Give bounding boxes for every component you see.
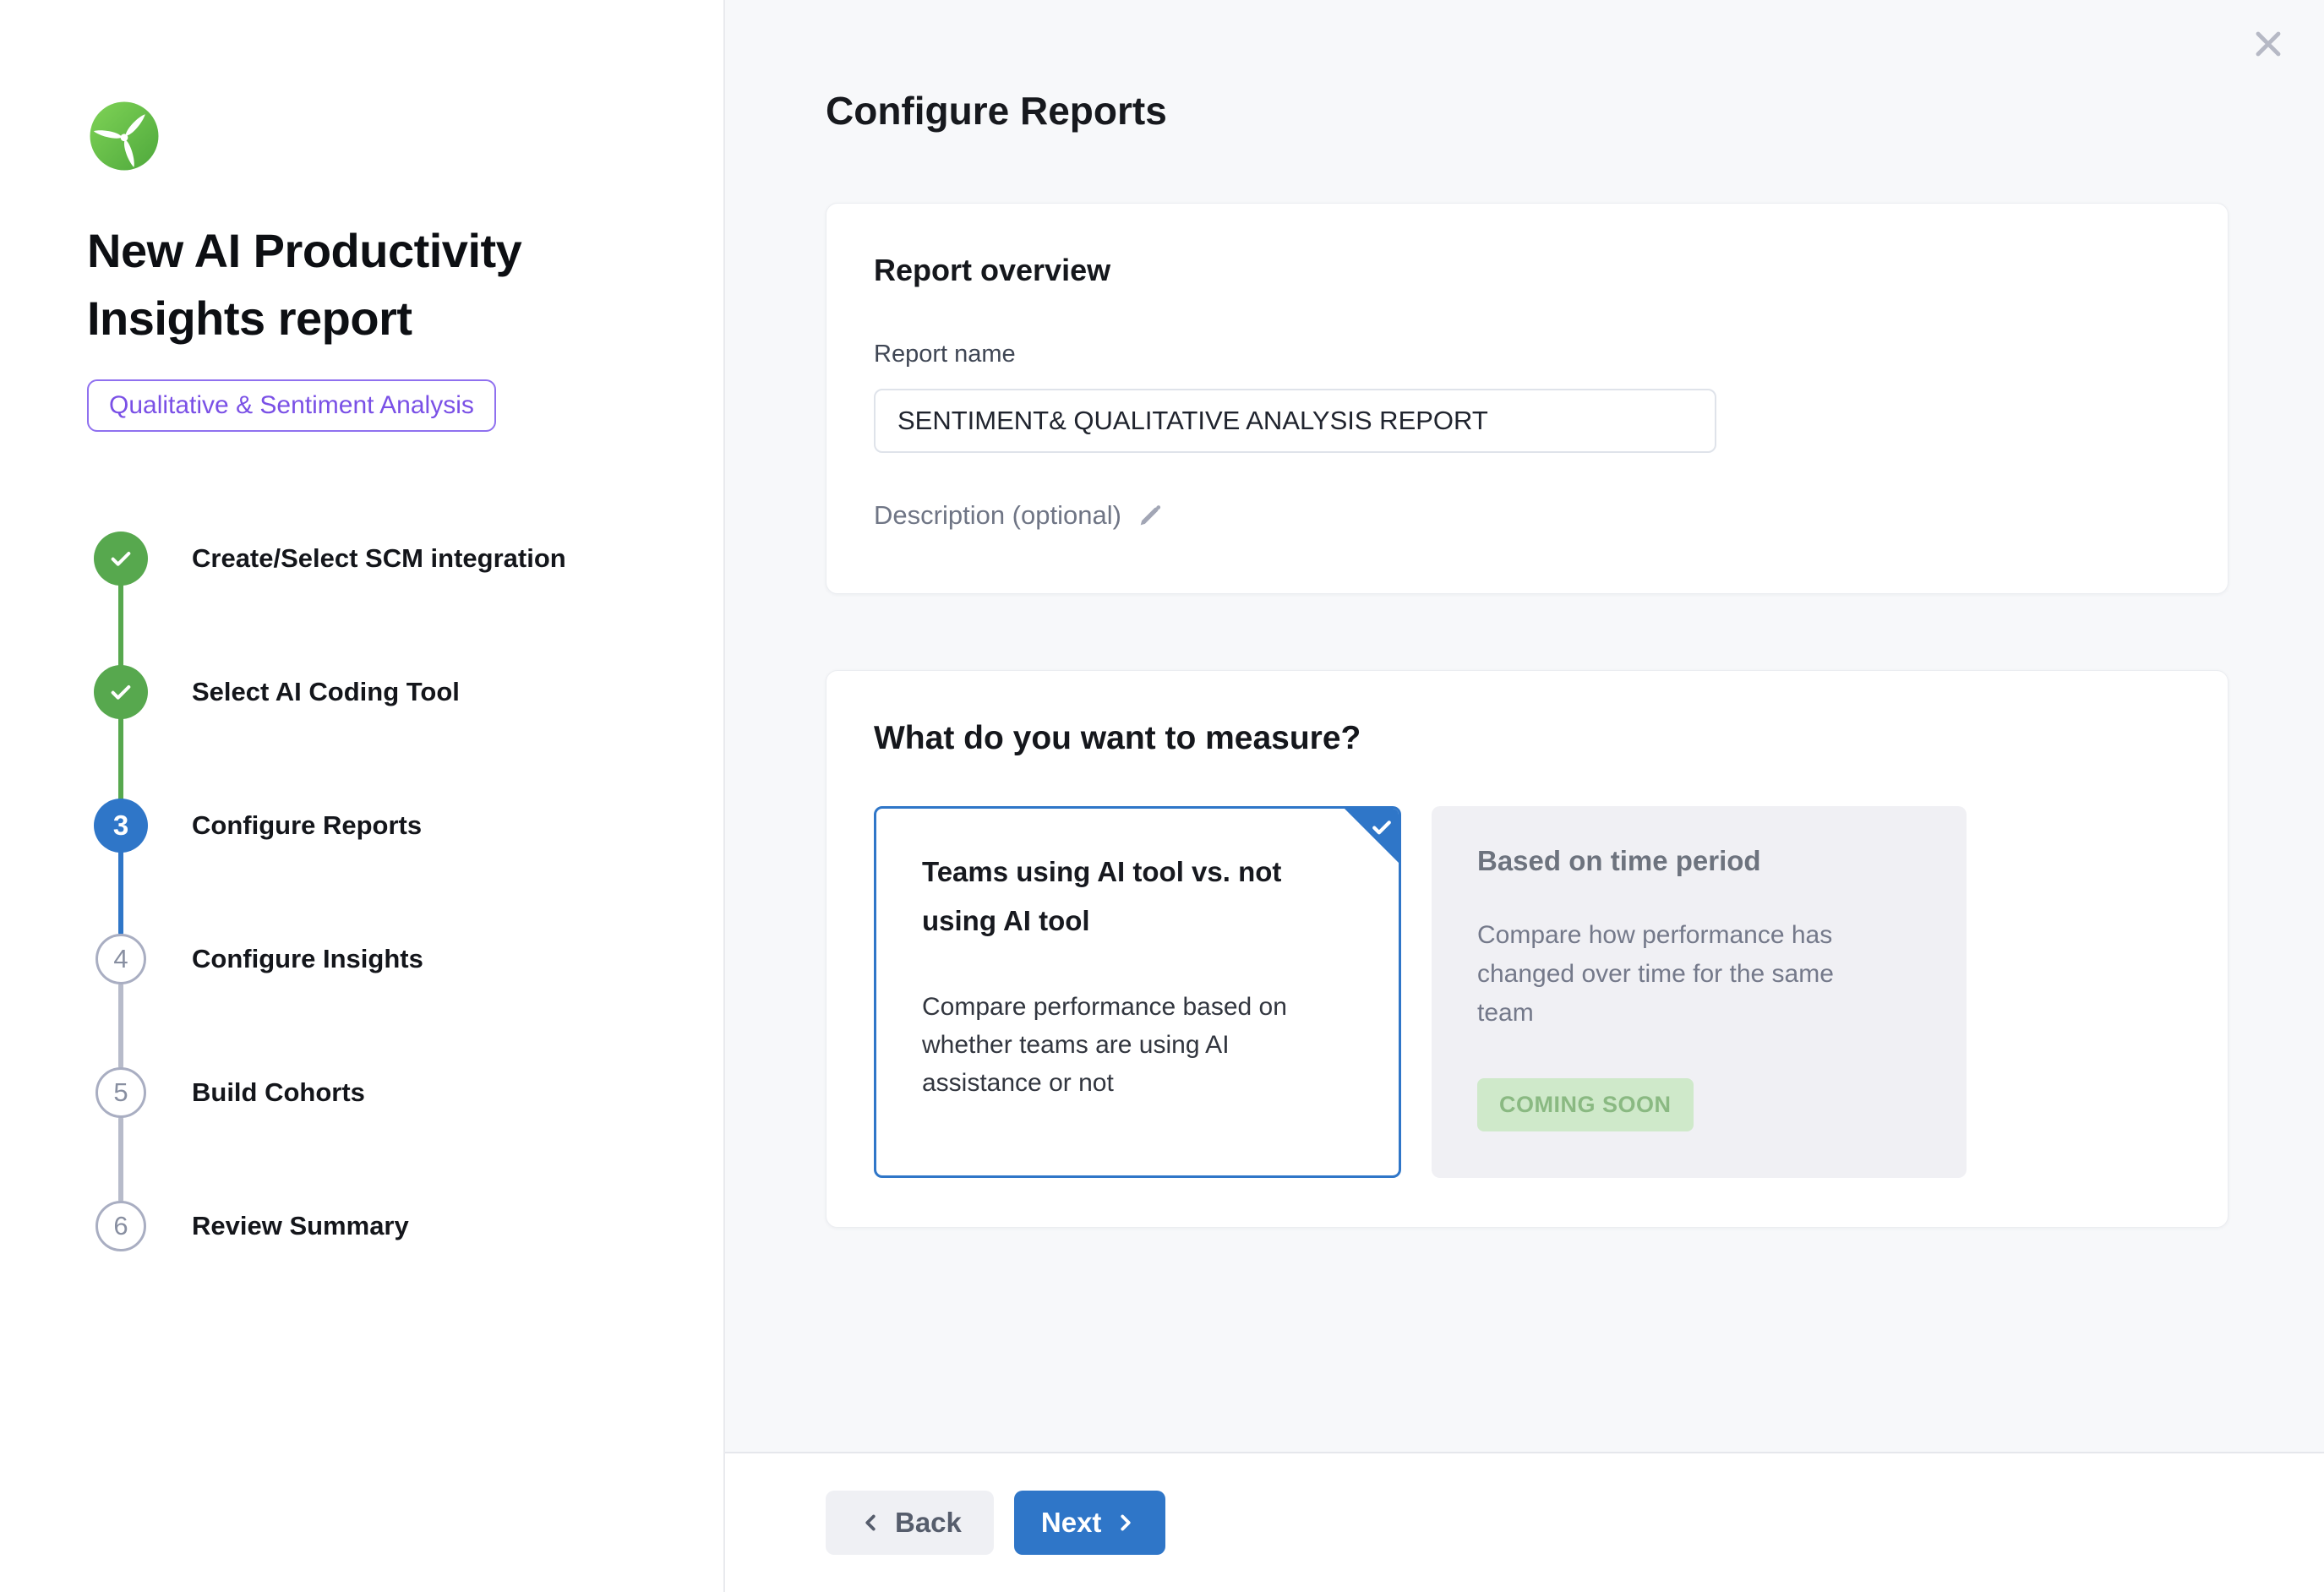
description-label: Description (optional): [874, 500, 1121, 531]
option-title: Teams using AI tool vs. not using AI too…: [922, 848, 1311, 946]
step-connector: [118, 983, 123, 1069]
close-icon: [2248, 24, 2289, 64]
step-number-indicator: 4: [95, 934, 146, 984]
check-icon: [107, 679, 134, 706]
chevron-left-icon: [858, 1510, 883, 1535]
chevron-right-icon: [1113, 1510, 1138, 1535]
check-icon: [107, 545, 134, 572]
step-connector: [118, 849, 123, 935]
step-complete-indicator: [94, 665, 148, 719]
wizard-sidebar: New AI Productivity Insights report Qual…: [0, 0, 725, 1592]
step-connector: [118, 582, 123, 668]
step-list: Create/Select SCM integration Select AI …: [87, 532, 673, 1275]
report-overview-heading: Report overview: [874, 253, 2180, 288]
step-complete-indicator: [94, 532, 148, 586]
configure-reports-panel: Configure Reports Report overview Report…: [725, 0, 2324, 1592]
app-logo-icon: [87, 99, 161, 173]
measure-heading: What do you want to measure?: [874, 720, 2180, 757]
back-button[interactable]: Back: [826, 1491, 994, 1555]
step-create-select-scm-integration[interactable]: Create/Select SCM integration: [94, 532, 566, 586]
report-overview-card: Report overview Report name Description …: [826, 203, 2229, 594]
report-type-badge: Qualitative & Sentiment Analysis: [87, 379, 496, 432]
step-build-cohorts[interactable]: 5 Build Cohorts: [94, 1066, 365, 1120]
selected-check-icon: [1369, 815, 1394, 840]
option-title: Based on time period: [1477, 845, 1921, 877]
close-button[interactable]: [2248, 24, 2289, 64]
option-time-period: Based on time period Compare how perform…: [1432, 806, 1967, 1178]
step-connector: [118, 716, 123, 802]
step-number-indicator: 6: [95, 1201, 146, 1251]
measure-card: What do you want to measure? Teams using…: [826, 670, 2229, 1228]
step-configure-reports[interactable]: 3 Configure Reports: [94, 799, 422, 853]
edit-pencil-icon: [1137, 502, 1164, 529]
step-label: Create/Select SCM integration: [192, 543, 566, 574]
option-teams-vs-no-ai[interactable]: Teams using AI tool vs. not using AI too…: [874, 806, 1401, 1178]
report-name-label: Report name: [874, 341, 2180, 368]
step-select-ai-coding-tool[interactable]: Select AI Coding Tool: [94, 665, 460, 719]
measure-options: Teams using AI tool vs. not using AI too…: [874, 806, 2180, 1178]
step-label: Configure Insights: [192, 944, 423, 974]
step-label: Select AI Coding Tool: [192, 677, 460, 707]
coming-soon-badge: COMING SOON: [1477, 1078, 1694, 1131]
next-button[interactable]: Next: [1014, 1491, 1166, 1555]
report-name-input[interactable]: [874, 389, 1716, 453]
panel-content: Configure Reports Report overview Report…: [725, 0, 2324, 1228]
step-configure-insights[interactable]: 4 Configure Insights: [94, 932, 423, 986]
back-button-label: Back: [895, 1507, 962, 1539]
step-label: Review Summary: [192, 1211, 409, 1241]
step-number-indicator: 5: [95, 1067, 146, 1118]
wizard-title: New AI Productivity Insights report: [87, 217, 577, 352]
step-review-summary[interactable]: 6 Review Summary: [94, 1199, 409, 1253]
step-connector: [118, 1116, 123, 1202]
step-current-indicator: 3: [94, 799, 148, 853]
next-button-label: Next: [1041, 1507, 1102, 1539]
page-title: Configure Reports: [826, 88, 2229, 134]
step-label: Configure Reports: [192, 810, 422, 841]
option-description: Compare how performance has changed over…: [1477, 916, 1883, 1033]
option-description: Compare performance based on whether tea…: [922, 988, 1319, 1102]
step-label: Build Cohorts: [192, 1077, 365, 1108]
wizard-footer: Back Next: [725, 1452, 2324, 1592]
description-edit[interactable]: Description (optional): [874, 500, 1164, 531]
